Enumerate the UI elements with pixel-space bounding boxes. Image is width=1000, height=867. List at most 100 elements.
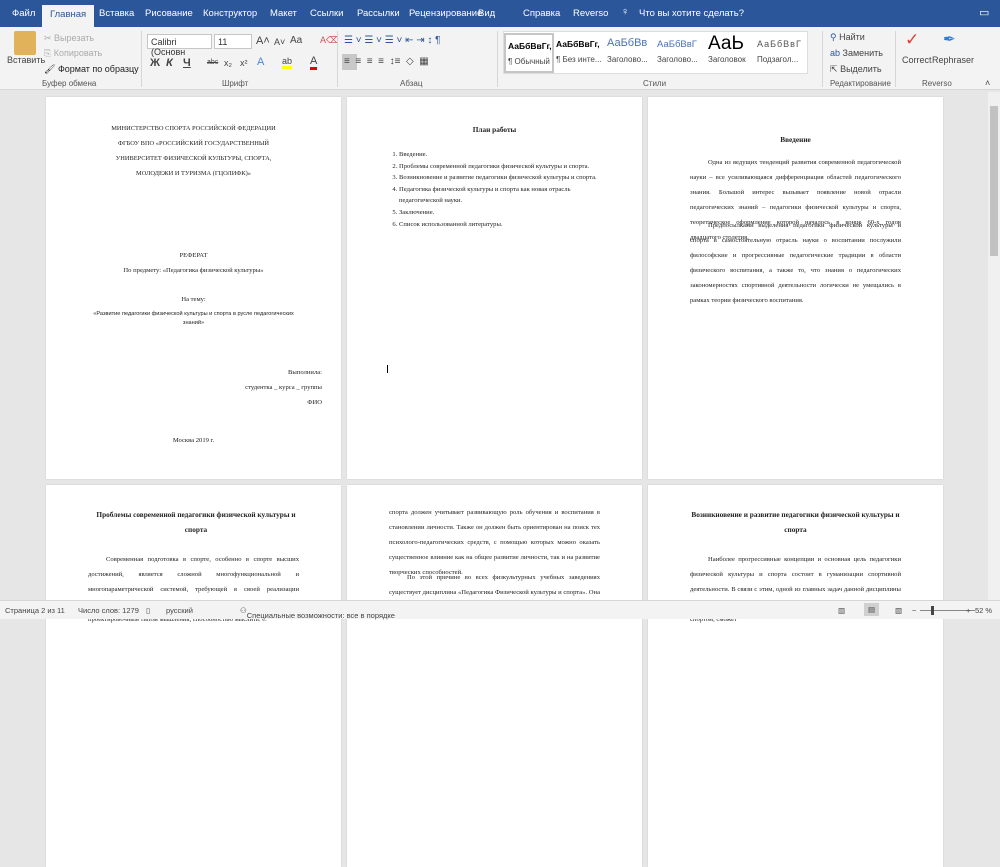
rephraser-button[interactable]: Rephraser	[932, 55, 974, 65]
style-heading1[interactable]: АаБбВв Заголово...	[607, 33, 657, 73]
style-sample: АаБбВвГг,	[556, 39, 600, 49]
tab-draw[interactable]: Рисование	[145, 8, 193, 19]
select-button[interactable]: ⇱ Выделить	[830, 64, 882, 75]
underline-button[interactable]: Ч	[183, 57, 191, 69]
group-paragraph: Абзац	[400, 79, 423, 88]
paste-icon[interactable]	[14, 31, 36, 55]
rephraser-icon[interactable]: ✒	[943, 30, 956, 48]
read-mode-icon[interactable]: ▥	[838, 606, 845, 615]
replace-icon: ab	[830, 48, 841, 58]
zoom-in-button[interactable]: +	[966, 606, 970, 615]
grow-font-icon[interactable]: A˄	[256, 35, 270, 47]
format-painter-button[interactable]: 🖌 Формат по образцу	[44, 64, 139, 75]
font-color-icon[interactable]: A	[310, 55, 318, 70]
search-icon: ⚲	[830, 32, 837, 42]
tab-references[interactable]: Ссылки	[310, 8, 343, 19]
style-title[interactable]: АаЬ Заголовок	[708, 33, 758, 73]
style-normal[interactable]: АаБбВвГг, ¶ Обычный	[504, 33, 554, 73]
cursor-icon: ⇱	[830, 64, 838, 74]
page-intro: Введение Одна из ведущих тенденций разви…	[648, 97, 943, 479]
italic-button[interactable]: К	[166, 57, 173, 69]
find-button[interactable]: ⚲ Найти	[830, 32, 865, 43]
zoom-slider-thumb[interactable]	[930, 606, 934, 615]
text-cursor	[387, 365, 388, 373]
tab-mailings[interactable]: Рассылки	[357, 8, 400, 19]
tab-file[interactable]: Файл	[12, 8, 35, 19]
divider	[337, 31, 338, 87]
shrink-font-icon[interactable]: A˅	[274, 37, 285, 47]
subscript-button[interactable]: x₂	[224, 58, 232, 68]
divider	[497, 31, 498, 87]
ministry-line: УНИВЕРСИТЕТ ФИЗИЧЕСКОЙ КУЛЬТУРЫ, СПОРТА,	[115, 155, 272, 162]
accessibility-status[interactable]: ⚇ Специальные возможности: все в порядке	[240, 606, 395, 620]
style-no-spacing[interactable]: АаБбВвГг, ¶ Без инте...	[556, 33, 606, 73]
plan-item: Проблемы современной педагогики физическ…	[399, 161, 602, 173]
tab-reverso[interactable]: Reverso	[573, 8, 608, 19]
title-tab-bar: Файл Главная Вставка Рисование Конструкт…	[0, 0, 1000, 27]
superscript-button[interactable]: x²	[240, 58, 248, 68]
zoom-level[interactable]: 52 %	[975, 606, 992, 615]
scrollbar-thumb[interactable]	[990, 106, 998, 256]
section-title: Проблемы современной педагогики физическ…	[96, 510, 296, 534]
style-name: ¶ Без инте...	[556, 55, 602, 64]
tab-view[interactable]: Вид	[478, 8, 495, 19]
font-name-select[interactable]: Calibri (Основн	[147, 34, 212, 57]
group-clipboard: Буфер обмена	[42, 79, 97, 88]
proofing-icon[interactable]: ▯	[146, 606, 150, 615]
style-sample: АаБбВвГ	[657, 39, 697, 50]
format-painter-label: Формат по образцу	[57, 64, 139, 74]
replace-button[interactable]: ab Заменить	[830, 48, 883, 58]
zoom-out-button[interactable]: −	[912, 606, 916, 615]
tab-home[interactable]: Главная	[42, 5, 95, 27]
plan-item: Возникновение и развитие педагогики физи…	[399, 172, 602, 184]
web-layout-icon[interactable]: ▧	[895, 606, 902, 615]
bold-button[interactable]: Ж	[150, 57, 160, 69]
highlight-icon[interactable]: ab	[282, 56, 293, 69]
print-layout-icon[interactable]: ▤	[864, 603, 880, 616]
done-by: Выполнила:	[288, 369, 322, 376]
group-editing: Редактирование	[830, 79, 891, 88]
change-case-button[interactable]: Aa	[290, 35, 302, 46]
paragraph: спорта должен учитывает развивающую роль…	[389, 509, 600, 576]
divider	[895, 31, 896, 87]
subject: По предмету: «Педагогика физической куль…	[123, 267, 264, 274]
tab-help[interactable]: Справка	[523, 8, 560, 19]
intro-title: Введение	[780, 135, 811, 144]
language[interactable]: русский	[166, 606, 193, 615]
style-heading2[interactable]: АаБбВвГ Заголово...	[657, 33, 707, 73]
text-effects-icon[interactable]: A	[257, 56, 264, 68]
replace-label: Заменить	[842, 48, 883, 58]
plan-item: Педагогика физической культуры и спорта …	[399, 184, 602, 207]
fio: ФИО	[307, 399, 322, 406]
tab-insert[interactable]: Вставка	[99, 8, 134, 19]
plan-list: Введение. Проблемы современной педагогик…	[387, 149, 602, 230]
tab-design[interactable]: Конструктор	[203, 8, 257, 19]
align-icons[interactable]: ≡ ≡ ≡ ≡ ↕≡ ◇ ▦	[344, 56, 429, 67]
cut-button[interactable]: ✂ Вырезать	[44, 33, 94, 44]
tell-me-search[interactable]: Что вы хотите сделать?	[639, 8, 744, 19]
strikethrough-button[interactable]: abc	[207, 59, 218, 66]
select-label: Выделить	[840, 64, 882, 74]
style-subtitle[interactable]: АаБбВвГ Подзагол...	[757, 33, 807, 73]
vertical-scrollbar[interactable]	[988, 92, 1000, 600]
ministry-line: МИНИСТЕРСТВО СПОРТА РОССИЙСКОЙ ФЕДЕРАЦИИ	[111, 125, 276, 132]
word-count[interactable]: Число слов: 1279	[78, 606, 139, 615]
font-size-select[interactable]: 11	[214, 34, 252, 49]
collapse-ribbon-icon[interactable]: ˄	[985, 78, 990, 88]
plan-item: Введение.	[399, 149, 602, 161]
correct-button[interactable]: Correct	[902, 55, 932, 65]
comments-icon[interactable]: ▭	[979, 6, 989, 19]
bullets-icon[interactable]: ☰ ˅ ☰ ˅ ☰ ˅ ⇤ ⇥ ↕ ¶	[344, 35, 441, 46]
tab-review[interactable]: Рецензирование	[409, 8, 482, 19]
paste-button[interactable]: Вставить	[7, 55, 45, 65]
page-origin: Возникновение и развитие педагогики физи…	[648, 485, 943, 867]
style-name: Заголовок	[708, 55, 746, 64]
style-sample: АаБбВв	[607, 37, 648, 49]
clear-format-icon[interactable]: A⌫	[320, 35, 339, 46]
theme: «Развитие педагогики физической культуры…	[93, 311, 294, 326]
style-sample: АаЬ	[708, 33, 744, 54]
correct-icon[interactable]: ✓	[905, 30, 919, 50]
page-count[interactable]: Страница 2 из 11	[5, 606, 65, 615]
tab-layout[interactable]: Макет	[270, 8, 297, 19]
copy-button[interactable]: ⎘ Копировать	[44, 48, 102, 59]
